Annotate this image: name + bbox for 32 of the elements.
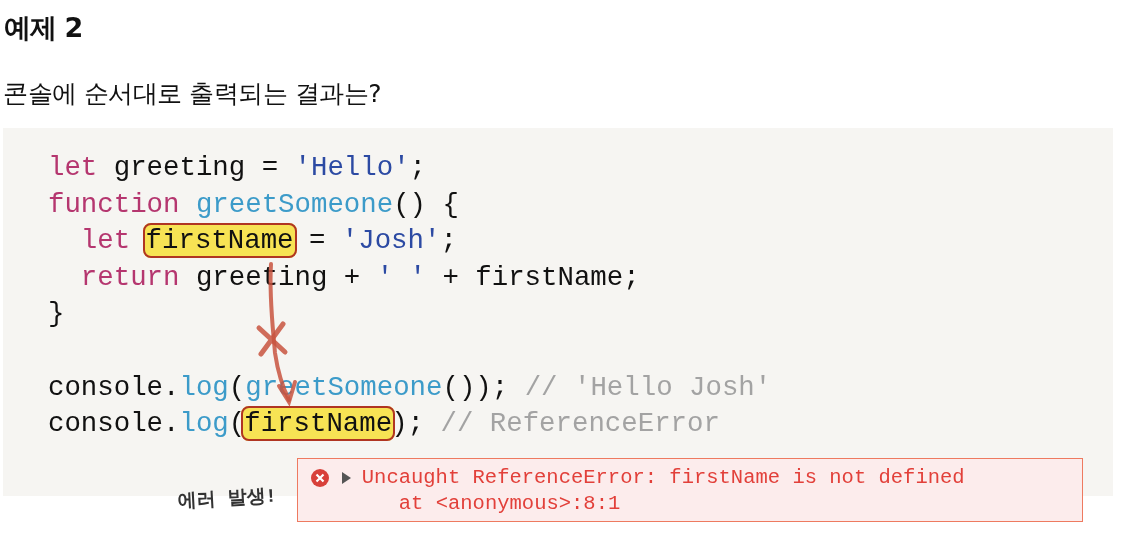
highlighted-variable: firstName <box>142 223 297 259</box>
code-string: 'Josh' <box>341 225 441 257</box>
code-text: ( <box>228 371 246 403</box>
expand-triangle-icon[interactable] <box>339 471 352 485</box>
code-text: ; <box>440 225 457 257</box>
code-text: = <box>308 225 326 257</box>
code-text: greeting = <box>113 152 279 183</box>
code-text: } <box>48 298 65 330</box>
code-text: console. <box>48 408 180 440</box>
code-keyword: let <box>80 225 131 257</box>
code-text: ; <box>409 152 427 183</box>
code-string: 'Hello' <box>294 152 410 183</box>
highlighted-variable: firstName <box>241 406 396 442</box>
annotation-text: 에러 발생! <box>177 484 278 515</box>
code-text: console. <box>48 371 180 403</box>
code-keyword: function <box>48 188 180 220</box>
error-text: Uncaught ReferenceError: firstName is not defined <box>361 465 965 491</box>
code-comment: // ReferenceError <box>440 408 720 440</box>
code-text: ()); <box>442 371 509 403</box>
error-location: at <anonymous>:8:1 <box>397 491 622 517</box>
code-string: ' ' <box>376 261 426 293</box>
code-keyword: return <box>80 261 180 293</box>
code-function: log <box>179 408 229 440</box>
code-function: log <box>179 371 229 403</box>
code-text: () { <box>393 188 459 220</box>
code-keyword: let <box>48 152 98 183</box>
code-text: + firstName; <box>442 261 640 293</box>
code-comment: // 'Hello Josh' <box>524 371 772 403</box>
question-text: 콘솔에 순서대로 출력되는 결과는? <box>3 77 383 110</box>
error-icon <box>309 468 330 488</box>
heading: 예제 2 <box>4 11 84 45</box>
code-function: greetSomeone <box>195 188 394 220</box>
